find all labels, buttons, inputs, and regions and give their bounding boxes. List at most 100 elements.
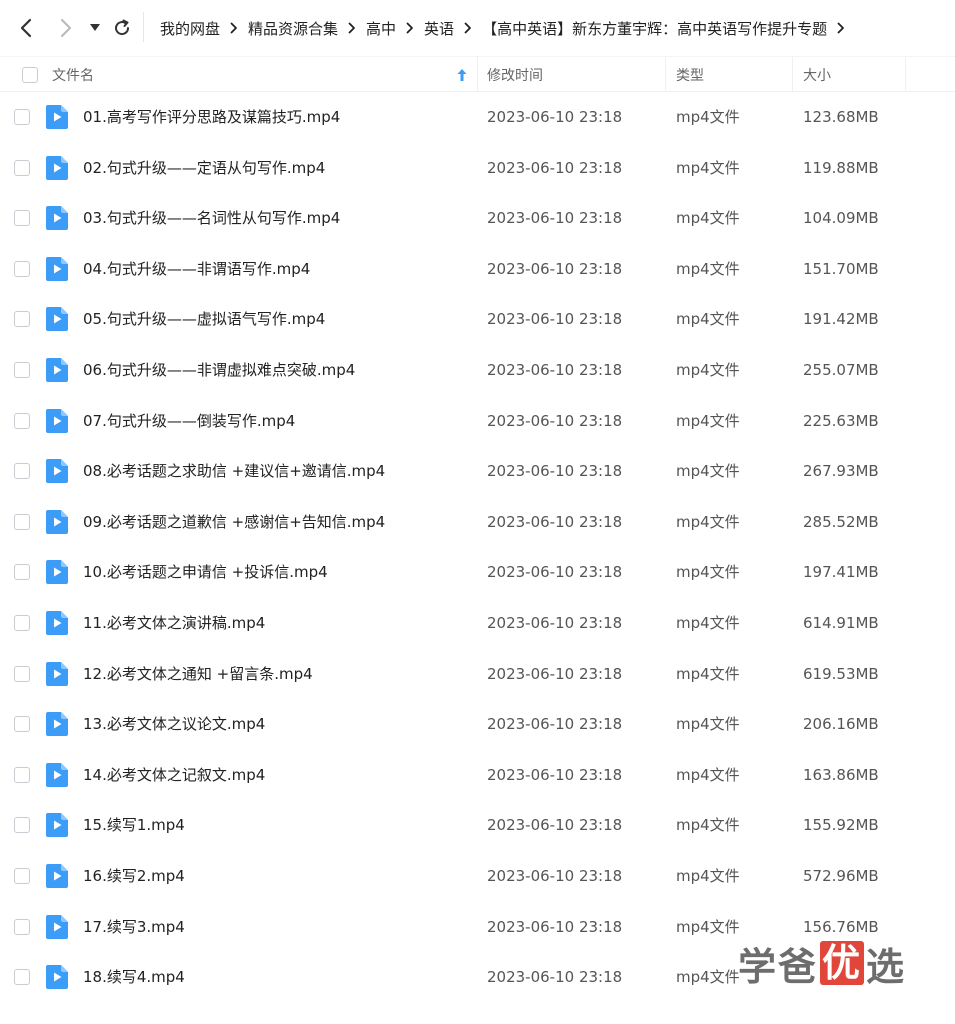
- row-checkbox[interactable]: [14, 766, 30, 783]
- file-row[interactable]: 09.必考话题之道歉信 +感谢信+告知信.mp4 2023-06-10 23:18…: [0, 497, 955, 548]
- file-size: 619.53MB: [803, 664, 879, 683]
- row-checkbox[interactable]: [14, 412, 30, 429]
- file-modified-time: 2023-06-10 23:18: [487, 512, 623, 531]
- file-type: mp4文件: [676, 310, 740, 329]
- file-size: 206.16MB: [803, 715, 879, 734]
- row-checkbox[interactable]: [14, 210, 30, 227]
- video-file-icon: [46, 105, 68, 129]
- file-row[interactable]: 03.句式升级——名词性从句写作.mp4 2023-06-10 23:18 mp4文…: [0, 193, 955, 244]
- row-checkbox[interactable]: [14, 665, 30, 682]
- file-name[interactable]: 04.句式升级——非谓语写作.mp4: [83, 244, 310, 294]
- file-type: mp4文件: [676, 563, 740, 582]
- breadcrumb-item[interactable]: 精品资源合集: [248, 18, 338, 39]
- file-row[interactable]: 16.续写2.mp4 2023-06-10 23:18 mp4文件 572.96MB: [0, 851, 955, 902]
- chevron-right-icon: [230, 22, 238, 34]
- file-row[interactable]: 04.句式升级——非谓语写作.mp4 2023-06-10 23:18 mp4文件 1…: [0, 244, 955, 295]
- file-row[interactable]: 11.必考文体之演讲稿.mp4 2023-06-10 23:18 mp4文件 614.…: [0, 598, 955, 649]
- row-checkbox[interactable]: [14, 716, 30, 733]
- file-row[interactable]: 14.必考文体之记叙文.mp4 2023-06-10 23:18 mp4文件 163.…: [0, 750, 955, 801]
- file-name[interactable]: 06.句式升级——非谓虚拟难点突破.mp4: [83, 345, 355, 395]
- breadcrumb-item[interactable]: 我的网盘: [160, 18, 220, 39]
- video-file-icon: [46, 357, 68, 382]
- video-file-icon: [46, 560, 68, 585]
- file-row[interactable]: 07.句式升级——倒装写作.mp4 2023-06-10 23:18 mp4文件 22…: [0, 396, 955, 447]
- row-checkbox[interactable]: [14, 867, 30, 884]
- row-checkbox[interactable]: [14, 969, 30, 986]
- file-type: mp4文件: [676, 512, 740, 531]
- file-modified-time: 2023-06-10 23:18: [487, 259, 623, 278]
- history-dropdown-button[interactable]: [86, 16, 104, 40]
- refresh-button[interactable]: [110, 16, 134, 40]
- video-file-icon: [46, 863, 68, 888]
- back-button[interactable]: [14, 16, 38, 40]
- file-modified-time: 2023-06-10 23:18: [487, 715, 623, 734]
- row-checkbox[interactable]: [14, 513, 30, 530]
- row-checkbox[interactable]: [14, 260, 30, 277]
- file-name[interactable]: 11.必考文体之演讲稿.mp4: [83, 598, 265, 648]
- file-name[interactable]: 08.必考话题之求助信 +建议信+邀请信.mp4: [83, 446, 385, 496]
- column-header-size[interactable]: 大小: [803, 57, 831, 92]
- file-type: mp4文件: [676, 917, 740, 936]
- row-checkbox[interactable]: [14, 817, 30, 834]
- file-name[interactable]: 15.续写1.mp4: [83, 800, 185, 850]
- file-row[interactable]: 02.句式升级——定语从句写作.mp4 2023-06-10 23:18 mp4文件…: [0, 143, 955, 194]
- file-name[interactable]: 18.续写4.mp4: [83, 952, 185, 1002]
- row-checkbox[interactable]: [14, 311, 30, 328]
- video-file-icon: [46, 256, 68, 281]
- row-checkbox[interactable]: [14, 614, 30, 631]
- row-checkbox[interactable]: [14, 361, 30, 378]
- file-name[interactable]: 10.必考话题之申请信 +投诉信.mp4: [83, 547, 328, 597]
- file-name[interactable]: 07.句式升级——倒装写作.mp4: [83, 396, 295, 446]
- watermark-logo: 学爸 优 选: [738, 938, 906, 989]
- file-row[interactable]: 10.必考话题之申请信 +投诉信.mp4 2023-06-10 23:18 mp4文…: [0, 547, 955, 598]
- breadcrumb-item-current[interactable]: 【高中英语】新东方董宇辉：高中英语写作提升专题: [482, 18, 827, 39]
- file-row[interactable]: 13.必考文体之议论文.mp4 2023-06-10 23:18 mp4文件 206.…: [0, 699, 955, 750]
- file-row[interactable]: 05.句式升级——虚拟语气写作.mp4 2023-06-10 23:18 mp4文件…: [0, 294, 955, 345]
- file-name[interactable]: 12.必考文体之通知 +留言条.mp4: [83, 649, 313, 699]
- chevron-right-icon: [464, 22, 472, 34]
- breadcrumb-item[interactable]: 高中: [366, 18, 396, 39]
- breadcrumb-item[interactable]: 英语: [424, 18, 454, 39]
- file-name[interactable]: 16.续写2.mp4: [83, 851, 185, 901]
- file-row[interactable]: 12.必考文体之通知 +留言条.mp4 2023-06-10 23:18 mp4文件…: [0, 649, 955, 700]
- file-name[interactable]: 02.句式升级——定语从句写作.mp4: [83, 143, 325, 193]
- file-name[interactable]: 13.必考文体之议论文.mp4: [83, 699, 265, 749]
- file-row[interactable]: 15.续写1.mp4 2023-06-10 23:18 mp4文件 155.92MB: [0, 800, 955, 851]
- sort-ascending-icon[interactable]: [457, 57, 467, 92]
- row-checkbox[interactable]: [14, 918, 30, 935]
- nav-divider: [143, 12, 144, 42]
- column-divider: [905, 57, 906, 92]
- select-all-checkbox[interactable]: [22, 57, 38, 92]
- row-checkbox[interactable]: [14, 463, 30, 480]
- row-checkbox[interactable]: [14, 564, 30, 581]
- forward-button[interactable]: [54, 16, 78, 40]
- file-name[interactable]: 05.句式升级——虚拟语气写作.mp4: [83, 294, 325, 344]
- row-checkbox[interactable]: [14, 159, 30, 176]
- file-name[interactable]: 14.必考文体之记叙文.mp4: [83, 750, 265, 800]
- row-checkbox[interactable]: [14, 109, 30, 125]
- file-list-header: 文件名 修改时间 类型 大小: [0, 56, 955, 92]
- breadcrumb: 我的网盘 精品资源合集 高中 英语 【高中英语】新东方董宇辉：高中英语写作提升专…: [160, 0, 855, 56]
- file-modified-time: 2023-06-10 23:18: [487, 613, 623, 632]
- column-header-modified[interactable]: 修改时间: [487, 57, 543, 92]
- file-size: 191.42MB: [803, 310, 879, 329]
- file-name[interactable]: 09.必考话题之道歉信 +感谢信+告知信.mp4: [83, 497, 385, 547]
- file-name[interactable]: 17.续写3.mp4: [83, 902, 185, 952]
- file-name[interactable]: 01.高考写作评分思路及谋篇技巧.mp4: [83, 92, 340, 142]
- file-modified-time: 2023-06-10 23:18: [487, 108, 623, 126]
- file-name[interactable]: 03.句式升级——名词性从句写作.mp4: [83, 193, 340, 243]
- column-divider: [665, 57, 666, 92]
- caret-down-icon: [90, 24, 100, 32]
- file-row[interactable]: 01.高考写作评分思路及谋篇技巧.mp4 2023-06-10 23:18 mp4文…: [0, 92, 955, 143]
- column-header-name[interactable]: 文件名: [52, 57, 94, 92]
- watermark-text-accent: 优: [820, 941, 865, 985]
- top-nav-bar: 我的网盘 精品资源合集 高中 英语 【高中英语】新东方董宇辉：高中英语写作提升专…: [0, 0, 955, 56]
- video-file-icon: [46, 459, 68, 484]
- file-modified-time: 2023-06-10 23:18: [487, 765, 623, 784]
- file-row[interactable]: 08.必考话题之求助信 +建议信+邀请信.mp4 2023-06-10 23:18…: [0, 446, 955, 497]
- file-size: 614.91MB: [803, 613, 879, 632]
- file-type: mp4文件: [676, 664, 740, 683]
- column-divider: [477, 57, 478, 92]
- file-row[interactable]: 06.句式升级——非谓虚拟难点突破.mp4 2023-06-10 23:18 mp4…: [0, 345, 955, 396]
- column-header-type[interactable]: 类型: [676, 57, 704, 92]
